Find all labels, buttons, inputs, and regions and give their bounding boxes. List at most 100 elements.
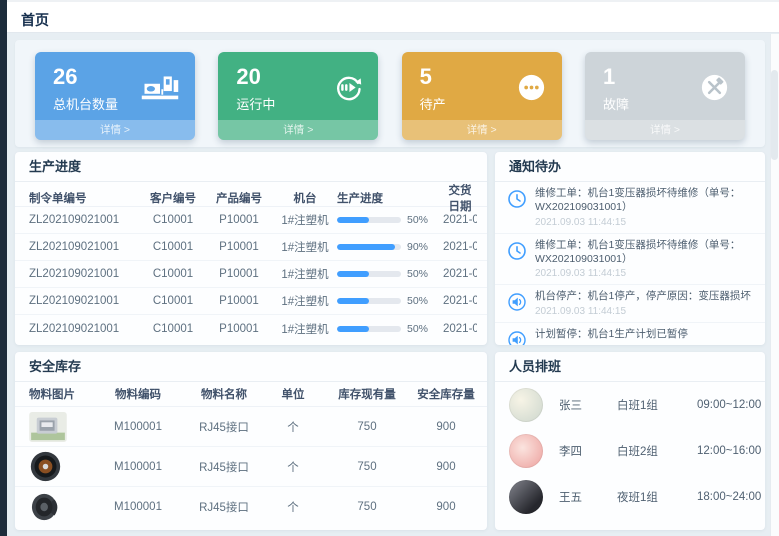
order-number-cell: ZL202109021001 bbox=[29, 323, 141, 335]
production-table-header: 制令单编号 客户编号 产品编号 机台 生产进度 交货日期 bbox=[15, 182, 487, 207]
speaker-icon bbox=[507, 290, 527, 317]
notification-item[interactable]: 机台停产：机台1停产，停产原因：变压器损坏 2021.09.03 11:44:1… bbox=[495, 285, 765, 323]
notification-time: 2021.09.03 11:44:15 bbox=[535, 217, 753, 228]
machine-cell: 1#注塑机 bbox=[273, 266, 337, 282]
sidebar-edge bbox=[0, 0, 7, 536]
ellipsis-icon bbox=[515, 71, 548, 109]
staff-name: 王五 bbox=[559, 489, 617, 505]
scrollbar-track[interactable] bbox=[770, 34, 779, 536]
card-total-machines[interactable]: 26 总机台数量 详情 > bbox=[35, 52, 195, 140]
production-table-row: ZL202109021001 C10001 P10001 1#注塑机 50% 2… bbox=[15, 315, 487, 342]
staff-shift: 白班1组 bbox=[617, 397, 697, 413]
machine-icon bbox=[139, 71, 181, 107]
safety-stock-panel-title: 安全库存 bbox=[15, 352, 487, 382]
safety-stock-cell: 900 bbox=[415, 461, 477, 473]
progress-cell: 50% bbox=[337, 214, 443, 226]
total-machines-detail-link[interactable]: 详情 > bbox=[35, 120, 195, 140]
running-value: 20 bbox=[236, 65, 275, 89]
notification-text: 计划暂停：机台1生产计划已暂停 bbox=[535, 328, 753, 342]
col-progress: 生产进度 bbox=[337, 190, 443, 206]
order-number-cell: ZL202109021001 bbox=[29, 295, 141, 307]
progress-percent: 50% bbox=[407, 323, 428, 335]
notification-item[interactable]: 维修工单：机台1变压器损坏待维修（单号：WX202109031001） 2021… bbox=[495, 234, 765, 286]
notifications-panel: 通知待办 维修工单：机台1变压器损坏待维修（单号：WX202109031001）… bbox=[495, 152, 765, 345]
running-label: 运行中 bbox=[236, 94, 275, 113]
progress-cell: 50% bbox=[337, 295, 443, 307]
machine-cell: 1#注塑机 bbox=[273, 293, 337, 309]
unit-cell: 个 bbox=[267, 419, 319, 435]
inventory-table-header: 物料图片 物料编码 物料名称 单位 库存现有量 安全库存量 bbox=[15, 382, 487, 407]
staff-name: 张三 bbox=[559, 397, 617, 413]
notification-text: 维修工单：机台1变压器损坏待维修（单号：WX202109031001） bbox=[535, 239, 753, 267]
card-body: 26 总机台数量 bbox=[35, 52, 195, 113]
inventory-table-row: M100001 RJ45接口 个 750 900 bbox=[15, 447, 487, 487]
customer-number-cell: C10001 bbox=[141, 268, 205, 280]
card-body: 20 运行中 bbox=[218, 52, 378, 113]
machine-cell: 1#注塑机 bbox=[273, 239, 337, 255]
product-number-cell: P10001 bbox=[205, 241, 273, 253]
progress-bar bbox=[337, 326, 401, 332]
running-detail-link[interactable]: 详情 > bbox=[218, 120, 378, 140]
col-customer-number: 客户编号 bbox=[141, 190, 205, 206]
cycle-icon bbox=[331, 71, 364, 109]
notification-text: 机台停产：机台1停产，停产原因：变压器损坏 bbox=[535, 290, 753, 304]
safety-stock-panel: 安全库存 物料图片 物料编码 物料名称 单位 库存现有量 安全库存量 M1000… bbox=[15, 352, 487, 530]
customer-number-cell: C10001 bbox=[141, 323, 205, 335]
col-material-image: 物料图片 bbox=[29, 386, 95, 402]
production-table-row: ZL202109021001 C10001 P10001 1#注塑机 50% 2… bbox=[15, 207, 487, 234]
fault-detail-link[interactable]: 详情 > bbox=[585, 120, 745, 140]
progress-percent: 50% bbox=[407, 214, 428, 226]
progress-cell: 50% bbox=[337, 268, 443, 280]
notification-time: 2021.09.03 11:44:15 bbox=[535, 268, 753, 279]
progress-bar bbox=[337, 271, 401, 277]
waiting-detail-link[interactable]: 详情 > bbox=[402, 120, 562, 140]
progress-cell: 50% bbox=[337, 323, 443, 335]
material-code-cell: M100001 bbox=[95, 421, 181, 433]
product-number-cell: P10001 bbox=[205, 214, 273, 226]
production-table-row: ZL202109021001 C10001 P10001 1#注塑机 90% 2… bbox=[15, 234, 487, 261]
current-stock-cell: 750 bbox=[319, 461, 415, 473]
delivery-date-cell: 2021-09-10 bbox=[443, 241, 477, 253]
card-running[interactable]: 20 运行中 详情 > bbox=[218, 52, 378, 140]
production-table-body: ZL202109021001 C10001 P10001 1#注塑机 50% 2… bbox=[15, 207, 487, 342]
waiting-value: 5 bbox=[420, 65, 446, 89]
schedule-row: 王五 夜班1组 18:00~24:00 bbox=[495, 474, 765, 520]
progress-bar-fill bbox=[337, 244, 395, 250]
notification-item[interactable]: 计划暂停：机台1生产计划已暂停 2021.09.03 11:44:15 bbox=[495, 323, 765, 345]
production-table-row: ZL202109021001 C10001 P10001 1#注塑机 50% 2… bbox=[15, 261, 487, 288]
progress-bar-fill bbox=[337, 298, 369, 304]
material-name-cell: RJ45接口 bbox=[181, 419, 267, 435]
tab-home[interactable]: 首页 bbox=[21, 10, 49, 30]
total-machines-label: 总机台数量 bbox=[53, 94, 118, 113]
safety-stock-cell: 900 bbox=[415, 421, 477, 433]
customer-number-cell: C10001 bbox=[141, 295, 205, 307]
clock-icon bbox=[507, 187, 527, 228]
delivery-date-cell: 2021-09-10 bbox=[443, 214, 477, 226]
machine-cell: 1#注塑机 bbox=[273, 321, 337, 337]
progress-bar bbox=[337, 298, 401, 304]
card-body: 5 待产 bbox=[402, 52, 562, 113]
delivery-date-cell: 2021-09-10 bbox=[443, 323, 477, 335]
notification-time: 2021.09.03 11:44:15 bbox=[535, 306, 753, 317]
staff-schedule-panel: 人员排班 张三 白班1组 09:00~12:00 李四 白班2组 12:00~1… bbox=[495, 352, 765, 530]
card-fault[interactable]: 1 故障 详情 > bbox=[585, 52, 745, 140]
card-waiting[interactable]: 5 待产 详情 > bbox=[402, 52, 562, 140]
col-safety-stock: 安全库存量 bbox=[415, 386, 477, 402]
progress-bar-fill bbox=[337, 326, 369, 332]
production-table-row: ZL202109021001 C10001 P10001 1#注塑机 50% 2… bbox=[15, 288, 487, 315]
notification-text: 维修工单：机台1变压器损坏待维修（单号：WX202109031001） bbox=[535, 187, 753, 215]
speaker-cone-image bbox=[29, 491, 67, 523]
unit-cell: 个 bbox=[267, 499, 319, 515]
top-bar: 首页 bbox=[7, 0, 779, 33]
progress-percent: 50% bbox=[407, 295, 428, 307]
progress-bar-fill bbox=[337, 271, 369, 277]
progress-cell: 90% bbox=[337, 241, 443, 253]
col-unit: 单位 bbox=[267, 386, 319, 402]
notification-item[interactable]: 维修工单：机台1变压器损坏待维修（单号：WX202109031001） 2021… bbox=[495, 182, 765, 234]
speaker-driver-image bbox=[29, 451, 67, 483]
speaker-icon bbox=[507, 328, 527, 345]
scrollbar-thumb[interactable] bbox=[771, 70, 778, 160]
col-material-code: 物料编码 bbox=[95, 386, 181, 402]
current-stock-cell: 750 bbox=[319, 501, 415, 513]
avatar bbox=[509, 434, 543, 468]
